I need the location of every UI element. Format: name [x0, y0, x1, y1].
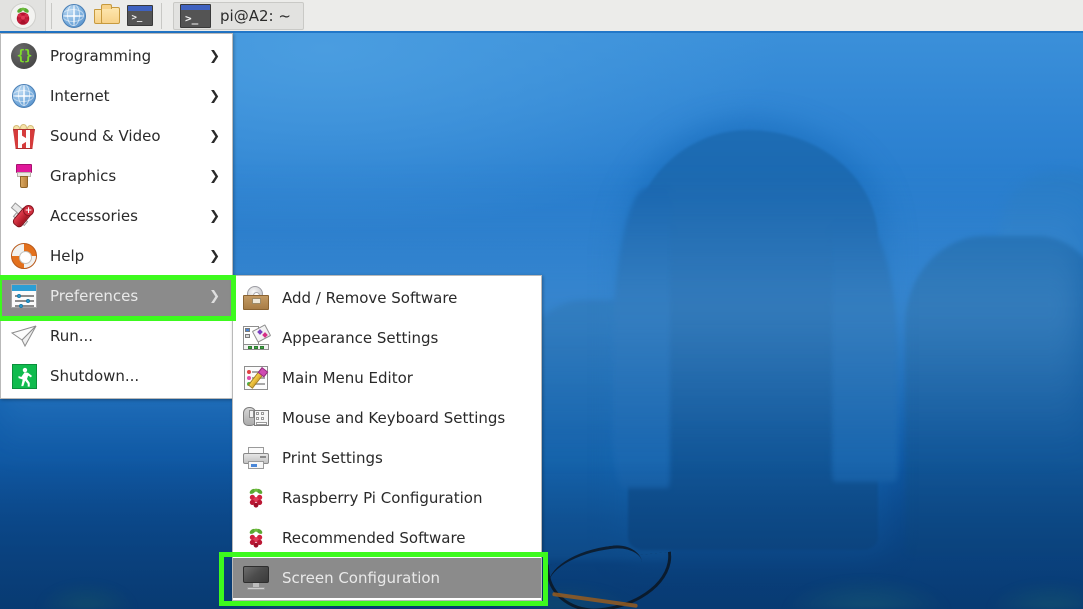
submenu-item-recommended-software[interactable]: Recommended Software — [233, 518, 541, 558]
launcher-file-manager[interactable] — [90, 0, 123, 31]
taskbar: >_ >_ pi@A2: ~ — [0, 0, 1083, 33]
menu-item-label: Shutdown... — [50, 367, 140, 385]
monitor-icon — [242, 564, 270, 592]
raspberry-pi-logo-icon — [9, 2, 36, 29]
globe-icon — [10, 82, 38, 110]
terminal-icon: >_ — [126, 5, 153, 26]
submenu-item-label: Add / Remove Software — [282, 289, 458, 307]
taskbar-separator — [51, 2, 52, 29]
menu-item-label: Run... — [50, 327, 94, 345]
submenu-item-appearance-settings[interactable]: Appearance Settings — [233, 318, 541, 358]
menu-item-label: Accessories — [50, 207, 138, 225]
paper-plane-icon — [10, 322, 38, 350]
submenu-item-label: Recommended Software — [282, 529, 466, 547]
menu-item-label: Preferences — [50, 287, 139, 305]
taskbar-window-label: pi@A2: ~ — [220, 6, 291, 25]
menu-pencil-icon — [242, 364, 270, 392]
launcher-terminal[interactable]: >_ — [123, 0, 156, 31]
submenu-item-print-settings[interactable]: Print Settings — [233, 438, 541, 478]
desktop-screen: >_ >_ pi@A2: ~ {} Programming ❯ Internet — [0, 0, 1083, 609]
software-briefcase-icon — [242, 284, 270, 312]
taskbar-separator-2 — [161, 2, 162, 29]
menu-item-run[interactable]: Run... — [1, 316, 232, 356]
file-manager-icon — [93, 4, 120, 26]
submenu-item-label: Mouse and Keyboard Settings — [282, 409, 506, 427]
main-menu: {} Programming ❯ Internet ❯ Sound & Vide… — [0, 33, 233, 399]
chevron-right-icon: ❯ — [209, 288, 220, 304]
paintbrush-icon — [10, 162, 38, 190]
life-ring-icon — [10, 242, 38, 270]
submenu-item-raspberry-pi-configuration[interactable]: Raspberry Pi Configuration — [233, 478, 541, 518]
taskbar-window-button[interactable]: >_ pi@A2: ~ — [173, 1, 304, 30]
menu-item-preferences[interactable]: Preferences ❯ — [1, 276, 232, 316]
chevron-right-icon: ❯ — [209, 128, 220, 144]
submenu-item-add-remove-software[interactable]: Add / Remove Software — [233, 278, 541, 318]
globe-icon — [61, 3, 86, 28]
raspberry-pi-icon — [242, 524, 270, 552]
terminal-icon: >_ — [180, 3, 211, 28]
menu-item-label: Programming — [50, 47, 152, 65]
menu-item-shutdown[interactable]: Shutdown... — [1, 356, 232, 396]
chevron-right-icon: ❯ — [209, 48, 220, 64]
raspberry-pi-icon — [242, 484, 270, 512]
launcher-group: >_ — [57, 0, 156, 32]
exit-runner-icon — [10, 362, 38, 390]
mouse-keyboard-icon — [242, 404, 270, 432]
wallpaper-boat — [544, 512, 688, 609]
menu-item-label: Help — [50, 247, 85, 265]
menu-item-label: Sound & Video — [50, 127, 161, 145]
submenu-item-label: Main Menu Editor — [282, 369, 413, 387]
launcher-web-browser[interactable] — [57, 0, 90, 31]
submenu-item-label: Screen Configuration — [282, 569, 441, 587]
submenu-item-label: Appearance Settings — [282, 329, 439, 347]
menu-item-graphics[interactable]: Graphics ❯ — [1, 156, 232, 196]
pocket-knife-icon: + — [10, 202, 38, 230]
color-palette-icon — [242, 324, 272, 352]
chevron-right-icon: ❯ — [209, 208, 220, 224]
chevron-right-icon: ❯ — [209, 88, 220, 104]
code-braces-icon: {} — [10, 42, 38, 70]
start-menu-button[interactable] — [0, 0, 46, 31]
menu-item-sound-video[interactable]: Sound & Video ❯ — [1, 116, 232, 156]
popcorn-media-icon — [10, 122, 38, 150]
submenu-item-label: Raspberry Pi Configuration — [282, 489, 483, 507]
printer-icon — [242, 444, 270, 472]
menu-item-label: Graphics — [50, 167, 117, 185]
submenu-item-mouse-keyboard-settings[interactable]: Mouse and Keyboard Settings — [233, 398, 541, 438]
menu-item-help[interactable]: Help ❯ — [1, 236, 232, 276]
menu-item-label: Internet — [50, 87, 110, 105]
submenu-item-label: Print Settings — [282, 449, 383, 467]
submenu-item-screen-configuration[interactable]: Screen Configuration — [233, 558, 541, 598]
preferences-submenu: Add / Remove Software Appearance Setting… — [232, 275, 542, 601]
chevron-right-icon: ❯ — [209, 248, 220, 264]
menu-item-internet[interactable]: Internet ❯ — [1, 76, 232, 116]
menu-item-programming[interactable]: {} Programming ❯ — [1, 36, 232, 76]
settings-sliders-icon — [10, 282, 38, 310]
chevron-right-icon: ❯ — [209, 168, 220, 184]
submenu-item-main-menu-editor[interactable]: Main Menu Editor — [233, 358, 541, 398]
menu-item-accessories[interactable]: + Accessories ❯ — [1, 196, 232, 236]
